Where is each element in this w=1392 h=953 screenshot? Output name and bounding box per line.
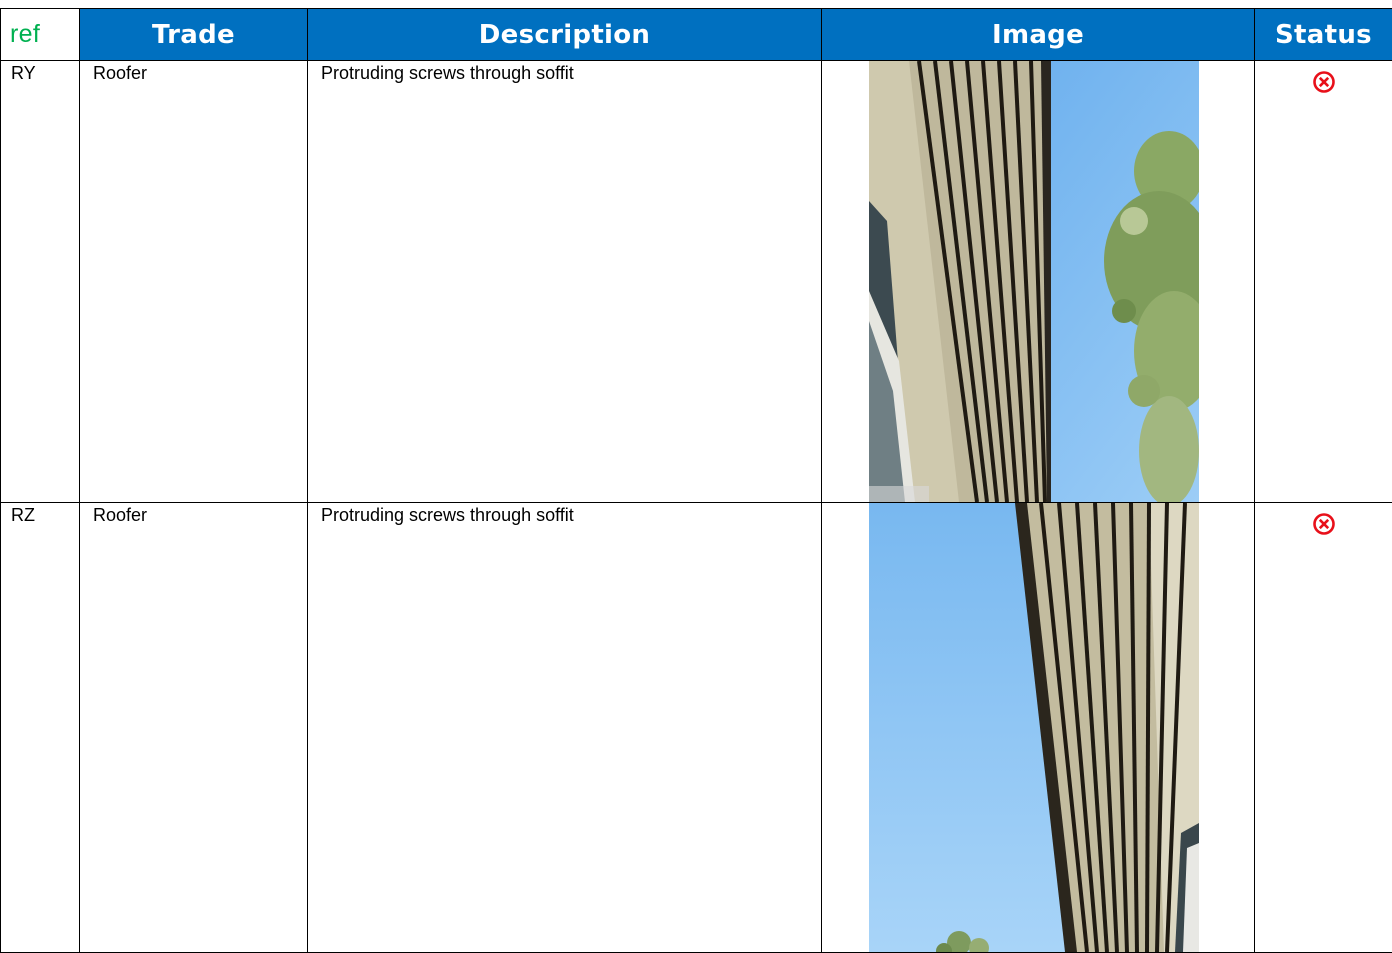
trade-cell: Roofer <box>80 503 308 953</box>
table-row: RZ Roofer Protruding screws through soff… <box>1 503 1392 953</box>
table-row: RY Roofer Protruding screws through soff… <box>1 61 1392 503</box>
status-cell <box>1255 61 1392 503</box>
trade-value: Roofer <box>80 61 307 84</box>
trade-cell: Roofer <box>80 61 308 503</box>
description-cell: Protruding screws through soffit <box>308 61 822 503</box>
header-description: Description <box>308 9 822 61</box>
ref-cell: RZ <box>1 503 80 953</box>
cross-circle-icon <box>1312 512 1336 536</box>
header-row: ref Trade Description Image Status <box>1 9 1392 61</box>
defects-table: ref Trade Description Image Status RY Ro… <box>0 8 1392 953</box>
status-cell <box>1255 503 1392 953</box>
description-cell: Protruding screws through soffit <box>308 503 822 953</box>
soffit-photo[interactable] <box>869 61 1199 502</box>
header-ref: ref <box>1 9 80 61</box>
ref-value: RZ <box>1 503 79 526</box>
soffit-photo[interactable] <box>869 503 1199 952</box>
header-status: Status <box>1255 9 1392 61</box>
header-image: Image <box>822 9 1255 61</box>
header-trade: Trade <box>80 9 308 61</box>
ref-cell: RY <box>1 61 80 503</box>
ref-value: RY <box>1 61 79 84</box>
image-cell <box>822 61 1255 503</box>
cross-circle-icon <box>1312 70 1336 94</box>
image-cell <box>822 503 1255 953</box>
description-value: Protruding screws through soffit <box>308 503 821 526</box>
trade-value: Roofer <box>80 503 307 526</box>
description-value: Protruding screws through soffit <box>308 61 821 84</box>
